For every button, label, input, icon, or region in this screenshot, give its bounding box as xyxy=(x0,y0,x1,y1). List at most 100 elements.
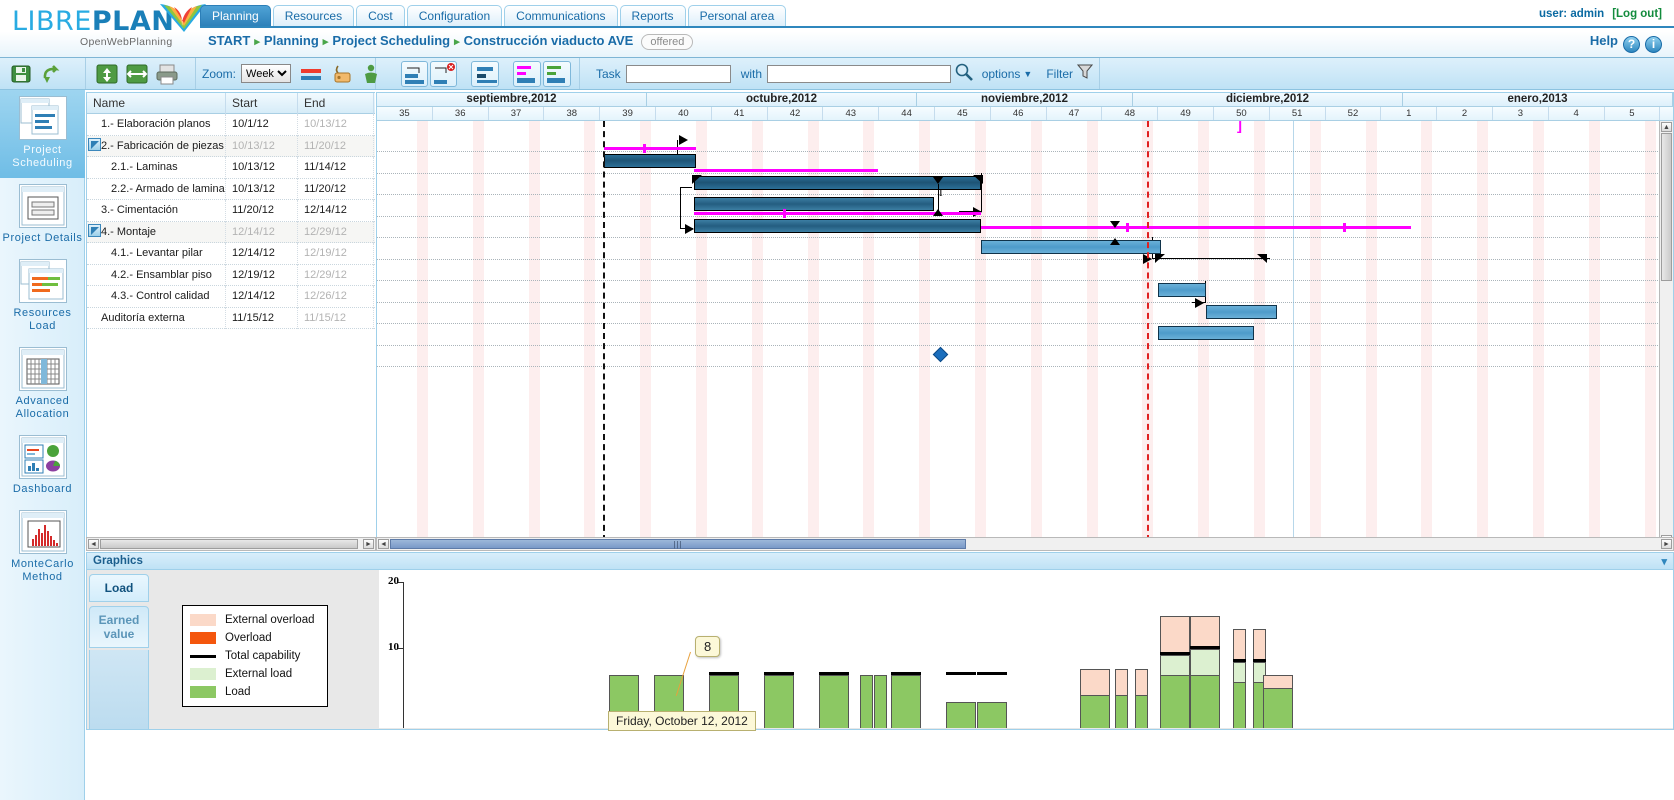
scroll-thumb[interactable] xyxy=(1661,133,1672,281)
tab-communications[interactable]: Communications xyxy=(504,5,618,27)
column-header-name[interactable]: Name xyxy=(87,93,226,114)
info-icon[interactable]: i xyxy=(1645,36,1662,53)
task-name-cell[interactable]: 4.- Montaje xyxy=(87,221,226,243)
show-labels-icon[interactable] xyxy=(471,60,499,87)
chart-bar[interactable] xyxy=(860,675,873,728)
gantt-vscrollbar[interactable]: ▲ ▼ xyxy=(1659,121,1673,544)
scroll-up-arrow[interactable]: ▲ xyxy=(1661,122,1672,132)
task-end-cell[interactable]: 12/29/12 xyxy=(298,221,374,243)
chart-bar[interactable] xyxy=(1190,615,1220,728)
table-row[interactable]: 4.1.- Levantar pilar 12/14/12 12/19/12 xyxy=(87,243,375,265)
task-start-cell[interactable]: 10/13/12 xyxy=(226,157,298,179)
gantt-task-bar[interactable] xyxy=(694,218,981,233)
task-name-cell[interactable]: 4.2.- Ensamblar piso xyxy=(87,264,226,286)
table-row[interactable]: 3.- Cimentación 11/20/12 12/14/12 xyxy=(87,200,375,222)
expand-all-icon[interactable] xyxy=(95,62,119,86)
critical-path-icon[interactable] xyxy=(299,62,323,86)
table-row[interactable]: 4.3.- Control calidad 12/14/12 12/26/12 xyxy=(87,286,375,308)
task-end-cell[interactable]: 11/20/12 xyxy=(298,135,374,157)
task-end-cell[interactable]: 10/13/12 xyxy=(298,114,374,136)
breadcrumb-item-start[interactable]: START xyxy=(208,33,250,48)
scroll-left-arrow[interactable]: ◄ xyxy=(88,539,99,549)
tab-cost[interactable]: Cost xyxy=(356,5,405,27)
task-end-cell[interactable]: 11/20/12 xyxy=(298,178,374,200)
save-icon[interactable] xyxy=(9,62,33,86)
task-end-cell[interactable]: 11/14/12 xyxy=(298,157,374,179)
breadcrumb-item-project-name[interactable]: Construcción viaducto AVE xyxy=(464,33,634,48)
milestone-marker[interactable] xyxy=(932,346,949,362)
table-row[interactable]: 2.2.- Armado de laminas 10/13/12 11/20/12 xyxy=(87,178,375,200)
table-row[interactable]: 4.- Montaje 12/14/12 12/29/12 xyxy=(87,221,375,243)
tab-earned-value[interactable]: Earned value xyxy=(89,606,149,648)
task-end-cell[interactable]: 11/15/12 xyxy=(298,307,374,329)
options-menu-label[interactable]: options xyxy=(982,67,1021,81)
chart-bar[interactable] xyxy=(1080,668,1110,728)
tab-planning[interactable]: Planning xyxy=(200,5,271,27)
tab-reports[interactable]: Reports xyxy=(619,5,686,27)
breadcrumb-item-project-scheduling[interactable]: Project Scheduling xyxy=(332,33,450,48)
chart-bar[interactable] xyxy=(819,675,849,728)
task-name-cell[interactable]: 1.- Elaboración planos xyxy=(87,114,226,136)
column-header-start[interactable]: Start xyxy=(226,93,298,114)
filter-label[interactable]: Filter xyxy=(1046,67,1073,81)
task-end-cell[interactable]: 12/14/12 xyxy=(298,200,374,222)
sidebar-item-project-details[interactable]: Project Details xyxy=(0,178,85,253)
table-row[interactable]: 2.1.- Laminas 10/13/12 11/14/12 xyxy=(87,157,375,179)
task-end-cell[interactable]: 12/19/12 xyxy=(298,243,374,265)
scroll-right-arrow[interactable]: ► xyxy=(363,539,374,549)
task-name-cell[interactable]: 3.- Cimentación xyxy=(87,200,226,222)
sidebar-item-dashboard[interactable]: Dashboard xyxy=(0,429,85,504)
sidebar-item-montecarlo-method[interactable]: MonteCarlo Method xyxy=(0,504,85,592)
chart-bar[interactable] xyxy=(1160,615,1190,728)
task-end-cell[interactable]: 12/29/12 xyxy=(298,264,374,286)
gantt-task-bar[interactable] xyxy=(981,240,1161,254)
gantt-hscrollbar[interactable]: ◄ ||| ► xyxy=(376,537,1674,551)
show-dependencies-icon[interactable] xyxy=(401,60,428,87)
task-start-cell[interactable]: 12/19/12 xyxy=(226,264,298,286)
sidebar-item-project-scheduling[interactable]: Project Scheduling xyxy=(0,90,85,178)
scroll-thumb[interactable]: ||| xyxy=(390,539,966,549)
scroll-right-arrow[interactable]: ► xyxy=(1661,539,1672,549)
task-input[interactable] xyxy=(625,64,731,83)
load-chart[interactable]: 20 10 8 xyxy=(379,570,1673,728)
task-name-cell[interactable]: 2.2.- Armado de laminas xyxy=(87,178,226,200)
gantt-task-bar[interactable] xyxy=(604,154,696,168)
graphics-panel-header[interactable]: Graphics ▾ xyxy=(86,552,1674,570)
task-start-cell[interactable]: 10/13/12 xyxy=(226,135,298,157)
task-start-cell[interactable]: 10/13/12 xyxy=(226,178,298,200)
chart-bar[interactable] xyxy=(874,675,887,728)
chart-bar[interactable] xyxy=(1135,668,1148,728)
task-start-cell[interactable]: 11/15/12 xyxy=(226,307,298,329)
task-start-cell[interactable]: 12/14/12 xyxy=(226,221,298,243)
expand-collapse-icon[interactable] xyxy=(88,223,101,237)
chart-bar[interactable] xyxy=(946,701,976,728)
task-start-cell[interactable]: 11/20/12 xyxy=(226,200,298,222)
table-row[interactable]: Auditoría externa 11/15/12 11/15/12 xyxy=(87,307,375,329)
task-start-cell[interactable]: 10/1/12 xyxy=(226,114,298,136)
gantt-task-bar[interactable] xyxy=(1158,326,1254,340)
chart-bar[interactable] xyxy=(977,701,1007,728)
sidebar-item-resources-load[interactable]: Resources Load xyxy=(0,253,85,341)
tab-resources[interactable]: Resources xyxy=(272,5,355,27)
magnifier-icon[interactable] xyxy=(954,62,974,85)
sidebar-item-advanced-allocation[interactable]: Advanced Allocation xyxy=(0,341,85,429)
show-reported-hours-icon[interactable] xyxy=(543,60,571,87)
collapse-chevron-icon[interactable]: ▾ xyxy=(1661,555,1667,568)
breadcrumb-item-planning[interactable]: Planning xyxy=(264,33,319,48)
scroll-left-arrow[interactable]: ◄ xyxy=(378,539,389,549)
task-name-cell[interactable]: 4.3.- Control calidad xyxy=(87,286,226,308)
print-icon[interactable] xyxy=(155,62,179,86)
gantt-task-bar[interactable] xyxy=(1206,304,1277,319)
chart-bar[interactable] xyxy=(1263,675,1293,728)
gantt-task-bar[interactable] xyxy=(694,197,934,211)
table-row[interactable]: 1.- Elaboración planos 10/1/12 10/13/12 xyxy=(87,114,375,136)
tab-load[interactable]: Load xyxy=(89,574,149,602)
task-name-cell[interactable]: Auditoría externa xyxy=(87,307,226,329)
table-row[interactable]: 4.2.- Ensamblar piso 12/19/12 12/29/12 xyxy=(87,264,375,286)
tab-personal-area[interactable]: Personal area xyxy=(687,5,787,27)
resources-person-icon[interactable] xyxy=(359,62,383,86)
task-start-cell[interactable]: 12/14/12 xyxy=(226,243,298,265)
gantt-task-bar[interactable] xyxy=(1158,283,1206,297)
gantt-body[interactable]: ] I xyxy=(377,121,1673,541)
funnel-icon[interactable] xyxy=(1076,63,1094,84)
